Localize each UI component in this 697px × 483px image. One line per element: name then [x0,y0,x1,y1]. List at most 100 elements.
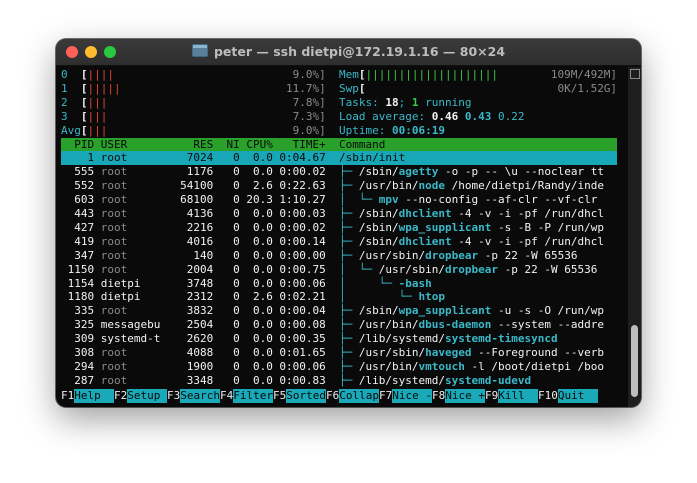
process-pid: 1 [87,151,95,165]
command-args: --system --addre [491,318,604,332]
tasks-running-label: running [418,95,472,109]
scrollbar[interactable] [628,67,641,407]
mem-open: [ [358,68,366,81]
process-row[interactable]: 443 root 4136 0 0.0 0:00.03 ├─ /sbin/dhclient … [61,207,621,221]
process-time: 0:00.00 [279,248,326,262]
scrollbar-thumb[interactable] [631,325,638,397]
cpu-meter-label: 0 [61,68,68,81]
process-res: 1900 [186,359,214,373]
fkey-f3[interactable]: F3Search [167,389,220,403]
cpu-meter-value: 7.8%] [292,95,326,109]
command-name: agetty [398,165,439,179]
cpu-meter-0: 0[|||| 9.0%] Mem[|||||||||||||||||||| 109M/… [61,68,621,82]
process-res: 2620 [186,332,214,346]
process-row[interactable]: 1150 root 2004 0 0.0 0:00.75 │ └─ /usr/sbin/dr… [61,263,621,277]
tasks-count: 18 [385,95,399,109]
process-ni: 0 [233,276,240,290]
cpu-meter-1: 1[||||| 11.7%] Swp[0K/1.52G] [61,82,621,96]
process-ni: 0 [233,151,240,165]
process-row[interactable]: 325 messagebu 2504 0 0.0 0:00.08 ├─ /usr/bin/d… [61,318,621,332]
process-user: root [100,220,128,234]
process-time: 0:00.03 [279,207,326,220]
fkey-f1[interactable]: F1Help [61,389,114,403]
load-label: Load average: [339,109,432,123]
mem-label: Mem [339,68,359,81]
tree-branch: ├─ [339,318,359,332]
process-cpu: 0.0 [252,359,273,373]
command-path: /sbin/ [358,220,399,234]
process-row[interactable]: 294 root 1900 0 0.0 0:00.06 ├─ /usr/bin/vmtouc… [61,360,621,374]
command-name: wpa_supplicant [398,220,492,234]
fkey-f9[interactable]: F9Kill [485,389,538,403]
fkey-f5[interactable]: F5Sorted [273,389,326,403]
process-row[interactable]: 1 root 7024 0 0.0 0:04.67/sbin/init [61,151,618,166]
tree-branch: │ └─ [339,193,379,207]
command-path: /usr/sbin/ [378,262,446,276]
fkey-number: F1 [61,389,75,402]
process-row[interactable]: 308 root 4088 0 0.0 0:01.65 ├─ /usr/sbin/haveg… [61,346,621,360]
process-row[interactable]: 1180 dietpi 2312 0 2.6 0:02.21 │ └─ htop [61,290,621,304]
htop-screen[interactable]: 0[|||| 9.0%] Mem[|||||||||||||||||||| 109M/… [56,67,626,407]
command-name: dropbear [425,248,479,262]
process-row[interactable]: 419 root 4016 0 0.0 0:00.14 ├─ /sbin/dhclient … [61,235,621,249]
uptime-value: 00:06:19 [392,123,445,137]
process-user: messagebu [100,318,161,332]
command-path: /lib/systemd/ [358,373,445,387]
cpu-meter-open: [ [80,109,88,123]
process-user: dietpi [100,290,141,304]
process-pid: 1150 [67,262,95,276]
cpu-meter-bar: ||| [87,123,108,137]
process-row[interactable]: 555 root 1176 0 0.0 0:00.02 ├─ /sbin/agetty -o… [61,165,621,179]
process-pid: 308 [74,346,95,359]
process-res: 4088 [186,346,214,359]
tasks-meter: Tasks: 18; 1 running [339,96,471,110]
command-name: systemd-udevd [445,373,532,387]
command-path: /usr/bin/ [358,359,419,373]
process-cpu: 2.6 [252,179,273,193]
tree-branch: ├─ [339,346,359,359]
process-pid: 325 [74,318,95,332]
fkey-f8[interactable]: F8Nice + [432,389,485,403]
process-time: 0:04.67 [279,151,326,165]
process-ni: 0 [233,179,240,193]
process-pid: 603 [74,193,95,207]
process-cpu: 2.6 [252,290,273,304]
fkey-f2[interactable]: F2Setup [114,389,167,403]
process-row[interactable]: 1154 dietpi 3748 0 0.0 0:00.06 │ └─ -bash [61,277,621,291]
fkey-label: Collap [339,389,379,403]
header-pid: PID [74,137,95,151]
process-res: 68100 [180,193,214,207]
fkey-number: F8 [432,389,446,402]
fkey-number: F5 [273,389,287,402]
fkey-f6[interactable]: F6Collap [326,389,379,403]
command-path: /sbin/ [358,304,399,318]
process-row[interactable]: 427 root 2216 0 0.0 0:00.02 ├─ /sbin/wpa_suppl… [61,221,621,235]
process-ni: 0 [233,304,240,318]
fkey-f7[interactable]: F7Nice - [379,389,432,403]
tree-branch: ├─ [339,220,359,234]
process-row[interactable]: 309 systemd-t 2620 0 0.0 0:00.35 ├─ /lib/syste… [61,332,621,346]
fkey-label: Nice - [392,389,432,403]
fkey-label: Filter [233,389,273,403]
process-command: ├─ /lib/systemd/systemd-udevd [339,374,531,388]
process-command: ├─ /sbin/wpa_supplicant -u -s -O /run/wp [339,304,604,318]
process-res: 2504 [186,318,214,332]
fkey-f4[interactable]: F4Filter [220,389,273,403]
process-ni: 0 [233,318,240,332]
process-row[interactable]: 335 root 3832 0 0.0 0:00.04 ├─ /sbin/wpa_suppl… [61,304,621,318]
fkey-label: Help [74,389,114,403]
process-row[interactable]: 347 root 140 0 0.0 0:00.00 ├─ /usr/sbin/dropbe… [61,249,621,263]
fkey-label: Sorted [286,389,326,403]
process-row[interactable]: 603 root 68100 0 20.3 1:10.27 │ └─ mpv --no-co… [61,193,621,207]
process-command: /sbin/init [339,151,405,165]
header-ni: NI [226,137,240,151]
fkey-f10[interactable]: F10Quit [538,389,598,403]
process-res: 4136 [186,207,214,220]
process-row[interactable]: 287 root 3348 0 0.0 0:00.83 ├─ /lib/systemd/sy… [61,374,621,388]
command-name: vmtouch [418,359,465,373]
process-row[interactable]: 552 root 54100 0 2.6 0:22.63 ├─ /usr/bin/node … [61,179,621,193]
command-args: -o -p -- \u --noclear tt [438,165,604,179]
cpu-meter-bar: ||| [87,109,108,123]
tree-branch: ├─ [339,179,359,193]
command-name: haveged [425,346,472,359]
